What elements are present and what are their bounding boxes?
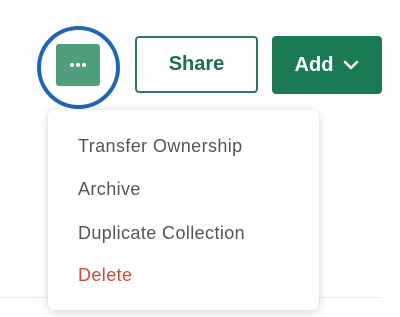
share-button[interactable]: Share (135, 36, 258, 93)
menu-item-transfer-ownership[interactable]: Transfer Ownership (78, 136, 243, 157)
menu-item-duplicate-collection[interactable]: Duplicate Collection (78, 223, 245, 244)
more-horizontal-icon (70, 63, 86, 67)
menu-item-archive[interactable]: Archive (78, 179, 141, 200)
add-button[interactable]: Add (272, 36, 382, 94)
add-button-label: Add (294, 53, 334, 76)
more-options-menu: Transfer Ownership Archive Duplicate Col… (48, 110, 319, 310)
share-button-label: Share (168, 53, 225, 75)
menu-item-delete[interactable]: Delete (78, 265, 132, 286)
chevron-down-icon (343, 60, 359, 70)
more-options-button[interactable] (56, 44, 100, 86)
